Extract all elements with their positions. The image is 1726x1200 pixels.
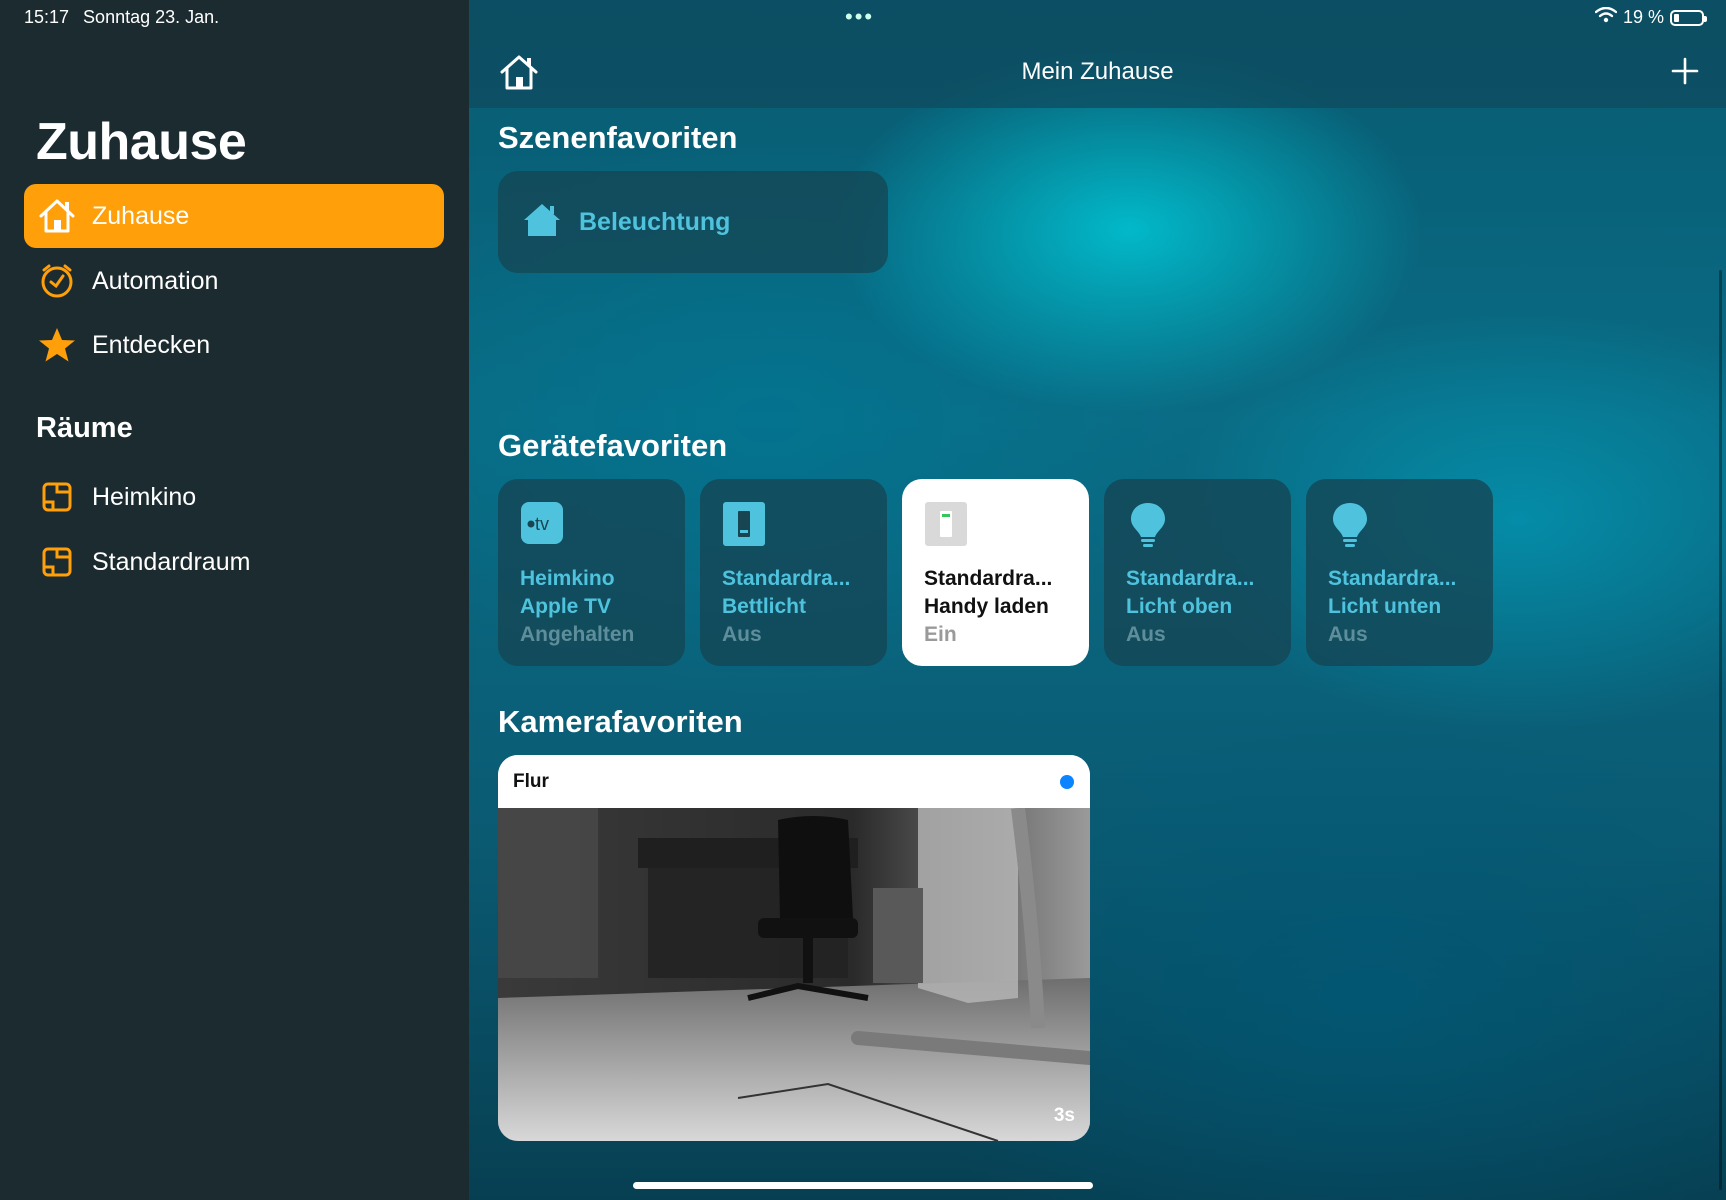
cameras-heading: Kamerafavoriten <box>498 704 743 739</box>
sidebar-item-zuhause[interactable]: Zuhause <box>24 184 444 248</box>
accessory-name: Handy laden <box>924 595 1049 618</box>
bulb-icon <box>1126 501 1170 547</box>
room-icon <box>36 541 78 583</box>
sidebar-item-label: Entdecken <box>92 330 211 359</box>
plus-icon <box>1671 57 1699 85</box>
sidebar-item-heimkino[interactable]: Heimkino <box>24 465 444 529</box>
camera-name: Flur <box>513 771 549 792</box>
scenes-heading: Szenenfavoriten <box>498 120 738 155</box>
accessory-status: Angehalten <box>520 623 635 646</box>
clock-icon <box>36 260 78 302</box>
accessory-room: Standardra... <box>924 567 1053 590</box>
bulb-icon <box>1328 501 1372 547</box>
sidebar-item-label: Standardraum <box>92 547 251 576</box>
accessories-heading: Gerätefavoriten <box>498 428 728 463</box>
accessory-tile-licht-unten[interactable]: Standardra... Licht unten Aus <box>1306 479 1493 666</box>
scrollbar[interactable] <box>1719 270 1722 1190</box>
accessory-tile-licht-oben[interactable]: Standardra... Licht oben Aus <box>1104 479 1291 666</box>
add-button[interactable] <box>1670 56 1700 86</box>
status-date: Sonntag 23. Jan. <box>83 7 220 27</box>
camera-tile-flur[interactable]: Flur 3s <box>498 755 1090 1141</box>
accessory-tile-handy-laden[interactable]: Standardra... Handy laden Ein <box>902 479 1089 666</box>
accessory-tile-apple-tv[interactable]: tv Heimkino Apple TV Angehalten <box>498 479 685 666</box>
accessory-room: Standardra... <box>1126 567 1255 590</box>
accessory-name: Licht oben <box>1126 595 1233 618</box>
status-time: 15:17 <box>24 7 70 27</box>
accessory-name: Apple TV <box>520 595 612 618</box>
house-scene-icon <box>523 202 561 243</box>
navigation-bar: ••• 19 % Mein Zuhause <box>469 0 1726 108</box>
camera-snapshot-age: 3s <box>1053 1105 1075 1126</box>
accessory-status: Aus <box>1126 623 1166 646</box>
home-indicator[interactable] <box>633 1182 1093 1189</box>
accessory-tile-bettlicht[interactable]: Standardra... Bettlicht Aus <box>700 479 887 666</box>
accessory-name: Licht unten <box>1328 595 1442 618</box>
accessory-status: Aus <box>1328 623 1368 646</box>
switch-icon <box>722 501 766 547</box>
status-bar-left: 15:17 Sonntag 23. Jan. <box>24 7 233 28</box>
live-indicator-dot <box>1060 775 1074 789</box>
home-icon <box>36 195 78 237</box>
sidebar-item-label: Zuhause <box>92 201 190 230</box>
sidebar: 15:17 Sonntag 23. Jan. Zuhause Zuhause Au… <box>0 0 469 1200</box>
svg-text:tv: tv <box>535 514 549 534</box>
scene-tile-beleuchtung[interactable]: Beleuchtung <box>498 171 888 273</box>
multitasking-dots[interactable]: ••• <box>845 4 874 30</box>
rooms-heading: Räume <box>36 412 133 444</box>
camera-feed-image <box>498 808 1090 1141</box>
accessory-room: Standardra... <box>1328 567 1457 590</box>
star-icon <box>36 324 78 366</box>
accessory-room: Standardra... <box>722 567 851 590</box>
sidebar-item-automation[interactable]: Automation <box>24 249 444 313</box>
battery-percent: 19 % <box>1622 7 1664 27</box>
sidebar-item-label: Automation <box>92 266 219 295</box>
room-icon <box>36 476 78 518</box>
sidebar-item-label: Heimkino <box>92 482 197 511</box>
camera-header: Flur <box>498 755 1090 808</box>
accessory-name: Bettlicht <box>722 595 806 618</box>
scene-label: Beleuchtung <box>579 207 731 236</box>
wifi-icon <box>1594 6 1618 28</box>
page-title: Mein Zuhause <box>1021 58 1174 85</box>
accessory-status: Ein <box>924 623 957 646</box>
sidebar-title: Zuhause <box>36 113 247 171</box>
sidebar-item-standardraum[interactable]: Standardraum <box>24 530 444 594</box>
sidebar-item-entdecken[interactable]: Entdecken <box>24 313 444 377</box>
status-bar-right: 19 % <box>1594 6 1707 28</box>
main-content: ••• 19 % Mein Zuhause Szenenfavoriten Be… <box>469 0 1726 1200</box>
accessory-room: Heimkino <box>520 567 615 590</box>
battery-icon <box>1670 9 1707 26</box>
switch-icon <box>924 501 968 547</box>
accessory-status: Aus <box>722 623 762 646</box>
apple-tv-icon: tv <box>520 501 564 547</box>
